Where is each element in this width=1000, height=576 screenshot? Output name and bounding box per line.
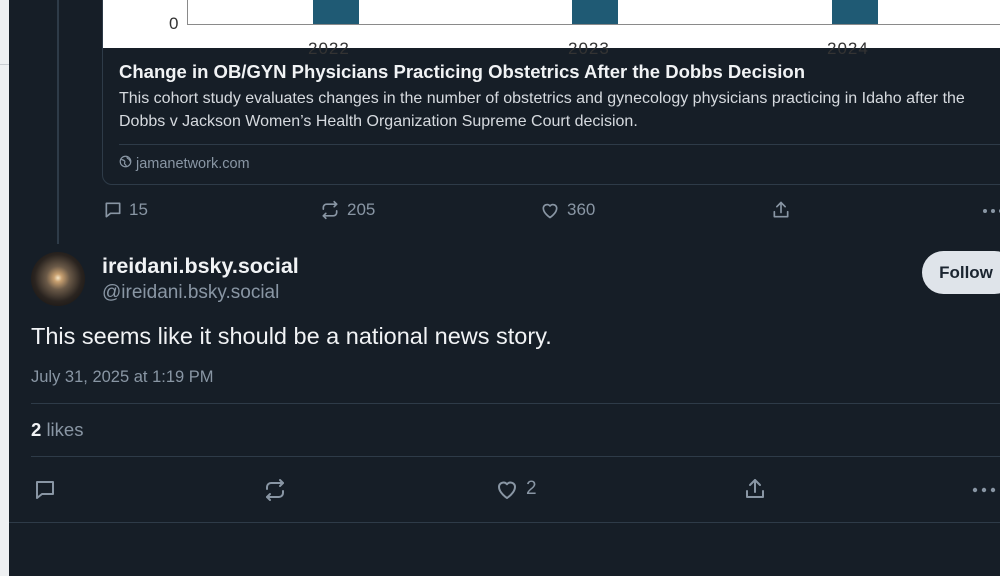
post-text: This seems like it should be a national … [31,323,552,349]
repost-icon [319,200,341,220]
post-timestamp[interactable]: July 31, 2025 at 1:19 PM [31,368,214,387]
like-count: 360 [567,200,596,219]
more-icon [971,478,1000,502]
author-display-name[interactable]: ireidani.bsky.social [102,254,299,279]
likes-summary[interactable]: 2 likes [31,419,83,441]
parent-post-actions: 15 205 360 [103,200,1000,224]
repost-icon [262,478,288,502]
embed-divider [119,144,1000,145]
embed-domain: jamanetwork.com [119,155,250,172]
thumbnail-year-label: 2022 [308,39,350,58]
thumbnail-y-axis [187,0,188,25]
edge-tick [0,64,9,65]
window-left-edge [0,0,9,576]
author-handle[interactable]: @ireidani.bsky.social [102,282,279,304]
link-embed-card[interactable]: 0 2022 2023 2024 Change in OB/GYN Physic… [102,0,1000,185]
likes-summary-count: 2 [31,419,42,440]
reply-button[interactable]: 15 [103,200,148,220]
thumbnail-zero-label: 0 [169,14,179,33]
reply-count: 15 [129,200,148,219]
globe-icon [119,155,132,172]
repost-count: 205 [347,200,376,219]
thumbnail-bar [313,0,359,24]
more-icon [981,200,1000,220]
like-icon [539,200,561,220]
repost-button[interactable]: 205 [319,200,375,220]
post-thread: 0 2022 2023 2024 Change in OB/GYN Physic… [9,0,1000,576]
thread-connector-line [57,0,59,244]
divider [9,522,1000,523]
reply-icon [33,478,57,502]
like-icon [494,477,520,501]
divider [31,403,1000,404]
thumbnail-year-label: 2024 [827,39,869,58]
embed-description: This cohort study evaluates changes in t… [119,90,965,130]
embed-domain-text: jamanetwork.com [136,155,250,172]
like-count: 2 [526,478,537,499]
more-options-button[interactable] [971,478,1000,502]
embed-title: Change in OB/GYN Physicians Practicing O… [119,61,806,82]
embed-thumbnail: 0 2022 2023 2024 [103,0,1000,58]
share-button[interactable] [743,477,767,501]
reply-icon [103,200,123,220]
avatar[interactable] [31,252,85,306]
thumbnail-bar [572,0,618,24]
embed-body: Change in OB/GYN Physicians Practicing O… [119,60,1000,133]
thumbnail-year-label: 2023 [568,39,610,58]
follow-button[interactable]: Follow [922,251,1000,294]
thumbnail-x-axis [187,24,1000,25]
like-button[interactable]: 2 [494,477,537,501]
share-icon [743,477,767,501]
share-icon [771,200,791,220]
likes-summary-label: likes [46,419,84,440]
repost-button[interactable] [262,478,288,502]
thumbnail-bar [832,0,878,24]
reply-button[interactable] [33,478,57,502]
share-button[interactable] [771,200,791,220]
divider [31,456,1000,457]
more-options-button[interactable] [981,200,1000,220]
like-button[interactable]: 360 [539,200,595,220]
